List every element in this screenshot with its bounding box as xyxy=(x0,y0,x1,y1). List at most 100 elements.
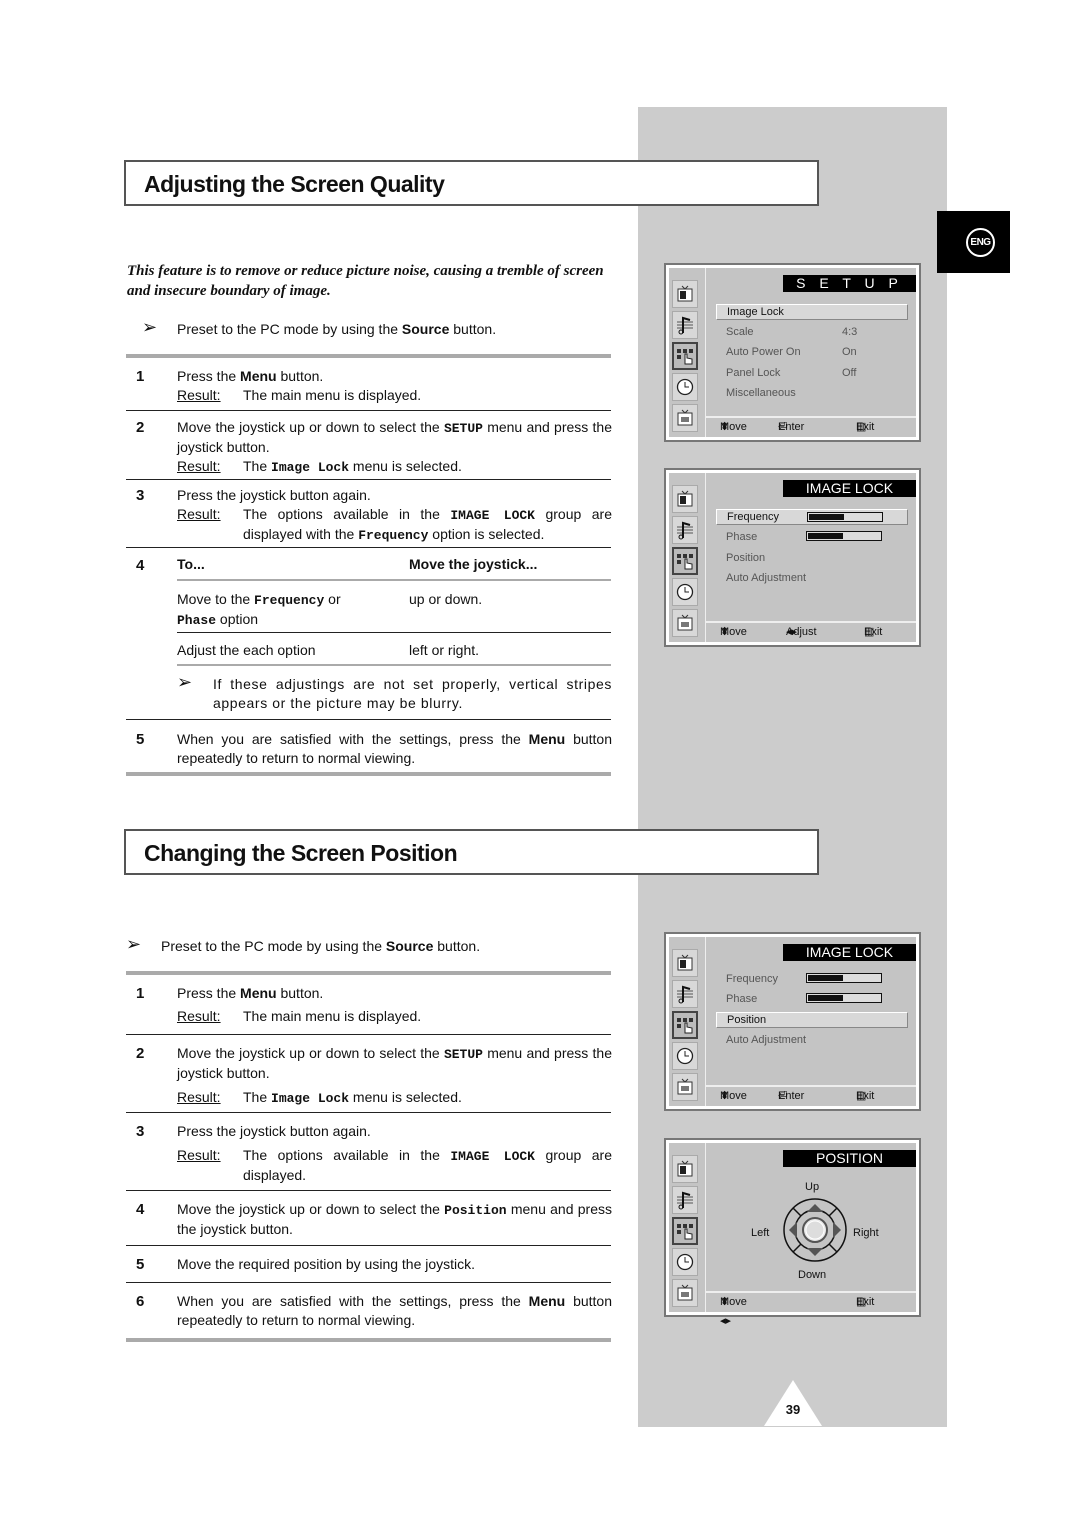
osd-item-frequency[interactable]: Frequency xyxy=(716,509,908,525)
osd-item-position[interactable]: Position xyxy=(716,550,908,566)
page-number: 39 xyxy=(785,1402,801,1417)
picture-icon[interactable] xyxy=(672,949,698,977)
picture-icon[interactable] xyxy=(672,1155,698,1183)
osd-footer: ⬍ Move ◂▸ Adjust ▥ Exit xyxy=(706,621,916,642)
language-tab: ENG xyxy=(937,211,1010,273)
preset-note: ➢ Preset to the PC mode by using the Sou… xyxy=(126,934,481,955)
divider xyxy=(126,1112,611,1113)
osd-item-miscellaneous[interactable]: Miscellaneous xyxy=(716,385,908,401)
divider xyxy=(126,1034,611,1035)
divider xyxy=(126,547,611,548)
divider xyxy=(126,1282,611,1283)
step-2: 2 Move the joystick up or down to select… xyxy=(136,1045,612,1106)
divider xyxy=(177,579,611,581)
osd-title: IMAGE LOCK xyxy=(783,480,916,497)
pc-input-icon[interactable] xyxy=(672,609,698,637)
osd-item-scale[interactable]: Scale 4:3 xyxy=(716,324,908,340)
step-5: 5 When you are satisfied with the settin… xyxy=(136,731,612,766)
preset-note: ➢ Preset to the PC mode by using the Sou… xyxy=(142,317,497,338)
step-4: 4 Move the joystick up or down to select… xyxy=(136,1201,612,1237)
divider xyxy=(126,971,611,975)
intro-text: This feature is to remove or reduce pict… xyxy=(127,263,604,299)
table-row: Move to the Frequency or Phase option up… xyxy=(177,591,483,628)
osd-image-lock-screen: IMAGE LOCK Frequency Phase Position Auto… xyxy=(664,468,921,647)
osd-item-auto-power-on[interactable]: Auto Power On On xyxy=(716,344,908,360)
step-6: 6 When you are satisfied with the settin… xyxy=(136,1293,612,1328)
phase-bar-fill xyxy=(808,995,843,1001)
divider xyxy=(177,632,611,633)
osd-footer: ⬍ ◂▸ Move ▥ Exit xyxy=(706,1291,916,1327)
divider xyxy=(126,479,611,480)
phase-bar[interactable] xyxy=(806,993,882,1003)
step-1: 1 Press the Menu button. Result: The main… xyxy=(136,368,422,403)
joystick-right-label: Right xyxy=(853,1227,879,1239)
section-title-screen-position: Changing the Screen Position xyxy=(124,829,819,875)
divider xyxy=(126,1245,611,1246)
arrow-icon: ➢ xyxy=(142,317,158,337)
divider xyxy=(126,410,611,411)
sound-icon[interactable] xyxy=(672,311,698,339)
divider xyxy=(126,719,611,720)
clock-icon[interactable] xyxy=(672,578,698,606)
joystick-left-label: Left xyxy=(751,1227,770,1239)
phase-bar[interactable] xyxy=(806,531,882,541)
sound-icon[interactable] xyxy=(672,516,698,544)
osd-menu-icons xyxy=(672,485,702,640)
clock-icon[interactable] xyxy=(672,1248,698,1276)
setup-icon[interactable] xyxy=(672,547,698,575)
osd-setup-screen: S E T U P Image Lock Scale 4:3 Auto Power… xyxy=(664,263,921,442)
sound-icon[interactable] xyxy=(672,1186,698,1214)
osd-item-frequency[interactable]: Frequency xyxy=(716,971,908,987)
step-2: 2 Move the joystick up or down to select… xyxy=(136,419,612,475)
osd-item-phase[interactable]: Phase xyxy=(716,991,908,1007)
osd-item-auto-adjustment[interactable]: Auto Adjustment xyxy=(716,1032,908,1048)
pc-input-icon[interactable] xyxy=(672,1279,698,1307)
osd-footer: ⬍ Move ⏎ Enter ▥ Exit xyxy=(706,416,916,437)
osd-menu-icons xyxy=(672,949,702,1104)
table-row: Adjust the each option left or right. xyxy=(177,642,480,658)
pc-input-icon[interactable] xyxy=(672,1073,698,1101)
osd-title: IMAGE LOCK xyxy=(783,944,916,961)
step-3: 3 Press the joystick button again. Resul… xyxy=(136,487,613,543)
arrow-icon: ➢ xyxy=(126,934,142,954)
osd-item-auto-adjustment[interactable]: Auto Adjustment xyxy=(716,570,908,586)
phase-bar-fill xyxy=(808,533,843,539)
frequency-bar[interactable] xyxy=(807,512,883,522)
osd-item-phase[interactable]: Phase xyxy=(716,529,908,545)
picture-icon[interactable] xyxy=(672,280,698,308)
osd-image-lock-position-screen: IMAGE LOCK Frequency Phase Position Auto… xyxy=(664,932,921,1111)
frequency-bar[interactable] xyxy=(806,973,882,983)
divider xyxy=(126,1190,611,1191)
step-1: 1 Press the Menu button. Result: The main… xyxy=(136,985,422,1024)
osd-item-image-lock[interactable]: Image Lock xyxy=(716,304,908,320)
divider xyxy=(177,664,611,666)
language-badge: ENG xyxy=(966,228,995,257)
osd-item-panel-lock[interactable]: Panel Lock Off xyxy=(716,365,908,381)
osd-footer: ⬍ Move ⏎ Enter ▥ Exit xyxy=(706,1085,916,1106)
joystick-up-label: Up xyxy=(805,1181,820,1193)
joystick-icon[interactable] xyxy=(782,1195,848,1265)
divider xyxy=(126,1338,611,1342)
joystick-down-label: Down xyxy=(798,1269,827,1281)
osd-menu-icons xyxy=(672,280,702,435)
frequency-bar-fill xyxy=(809,514,844,520)
step-3: 3 Press the joystick button again. Resul… xyxy=(136,1123,613,1183)
pc-input-icon[interactable] xyxy=(672,404,698,432)
picture-icon[interactable] xyxy=(672,485,698,513)
clock-icon[interactable] xyxy=(672,373,698,401)
divider xyxy=(126,772,611,776)
osd-position-screen: POSITION Up Left Right Down ⬍ ◂▸ Move ▥ … xyxy=(664,1138,921,1327)
osd-item-position[interactable]: Position xyxy=(716,1012,908,1028)
sound-icon[interactable] xyxy=(672,980,698,1008)
osd-title: POSITION xyxy=(783,1150,916,1167)
arrow-icon: ➢ xyxy=(177,672,193,692)
setup-icon[interactable] xyxy=(672,342,698,370)
clock-icon[interactable] xyxy=(672,1042,698,1070)
stripes-note: ➢ If these adjustings are not set proper… xyxy=(177,672,612,712)
setup-icon[interactable] xyxy=(672,1011,698,1039)
osd-menu-icons xyxy=(672,1155,702,1310)
setup-icon[interactable] xyxy=(672,1217,698,1245)
section-title-screen-quality: Adjusting the Screen Quality xyxy=(124,160,819,206)
frequency-bar-fill xyxy=(808,975,843,981)
step-5: 5 Move the required position by using th… xyxy=(136,1256,476,1273)
